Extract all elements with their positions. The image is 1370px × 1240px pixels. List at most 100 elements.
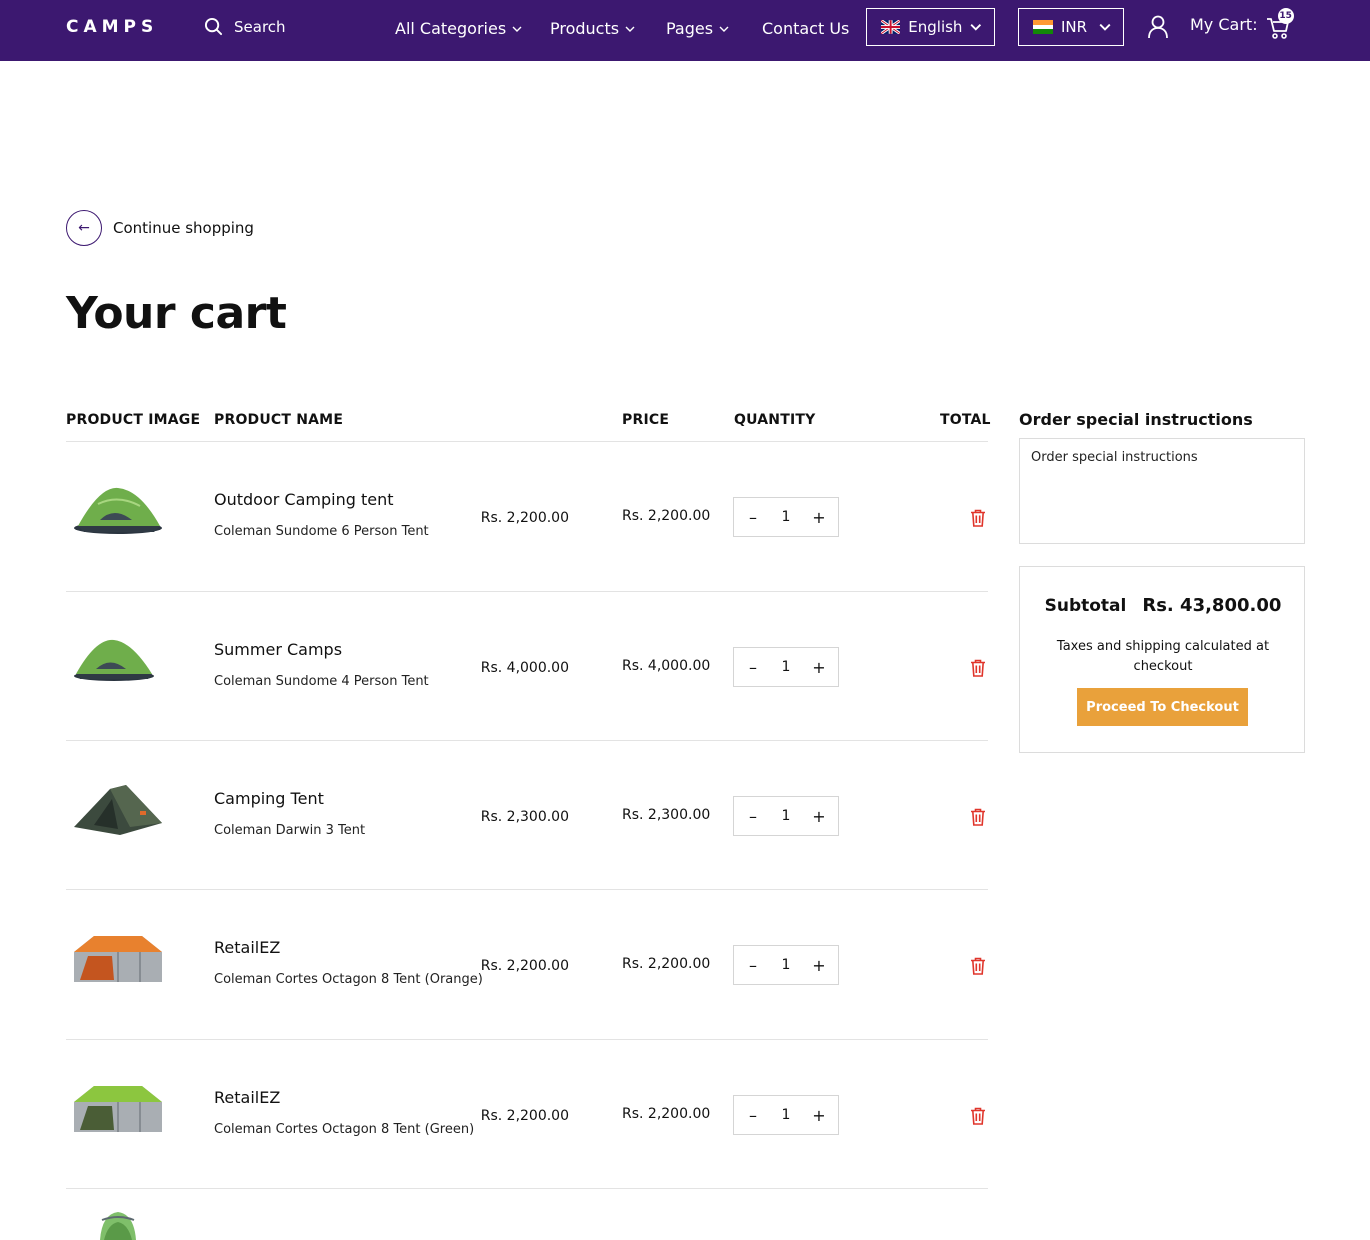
product-variant: Coleman Cortes Octagon 8 Tent (Orange)	[214, 972, 483, 987]
tent-green-sleeping-bag-icon[interactable]	[96, 1210, 140, 1240]
product-name[interactable]: RetailEZ	[214, 938, 280, 957]
site-logo[interactable]: CAMPS	[66, 17, 158, 37]
quantity-stepper: – 1 +	[733, 1095, 839, 1135]
increase-quantity-button[interactable]: +	[812, 1106, 826, 1125]
quantity-stepper: – 1 +	[733, 945, 839, 985]
quantity-stepper: – 1 +	[733, 796, 839, 836]
product-price: Rs. 4,000.00	[622, 658, 711, 674]
cart-row: Summer Camps Coleman Sundome 4 Person Te…	[0, 592, 1000, 742]
cart-button[interactable]: My Cart: 15	[1190, 8, 1294, 39]
product-price: Rs. 2,200.00	[622, 956, 711, 972]
cart-label: My Cart:	[1190, 14, 1258, 34]
nav-pages[interactable]: Pages	[666, 19, 729, 38]
product-name[interactable]: Camping Tent	[214, 789, 324, 808]
decrease-quantity-button[interactable]: –	[746, 658, 760, 677]
increase-quantity-button[interactable]: +	[812, 956, 826, 975]
product-name[interactable]: Summer Camps	[214, 640, 342, 659]
subtotal-label: Subtotal	[1044, 596, 1127, 616]
product-price: Rs. 2,300.00	[622, 807, 711, 823]
nav-label: Products	[550, 19, 620, 38]
cart-count-badge: 15	[1277, 8, 1294, 24]
currency-select[interactable]: INR	[1018, 8, 1124, 46]
subtotal-value: Rs. 43,800.00	[1142, 595, 1282, 616]
decrease-quantity-button[interactable]: –	[746, 956, 760, 975]
increase-quantity-button[interactable]: +	[812, 508, 826, 527]
trash-icon[interactable]	[970, 659, 986, 677]
quantity-value[interactable]: 1	[782, 509, 791, 525]
line-total: Rs. 2,300.00	[480, 809, 569, 825]
order-summary: Subtotal Rs. 43,800.00 Taxes and shippin…	[1019, 566, 1305, 753]
cart-row: RetailEZ Coleman Cortes Octagon 8 Tent (…	[0, 890, 1000, 1040]
proceed-to-checkout-button[interactable]: Proceed To Checkout	[1077, 688, 1248, 726]
increase-quantity-button[interactable]: +	[812, 658, 826, 677]
nav-label: Contact Us	[762, 19, 850, 38]
trash-icon[interactable]	[970, 957, 986, 975]
search-icon	[204, 17, 223, 36]
tent-dark-green-icon[interactable]	[70, 775, 166, 841]
divider	[66, 1188, 988, 1189]
chevron-down-icon	[512, 26, 522, 32]
tent-green-octagon-icon[interactable]	[70, 1074, 166, 1140]
quantity-stepper: – 1 +	[733, 497, 839, 537]
nav-contact-us[interactable]: Contact Us	[762, 19, 849, 38]
search-label: Search	[234, 17, 286, 36]
product-variant: Coleman Sundome 6 Person Tent	[214, 524, 429, 539]
uk-flag-icon	[881, 20, 901, 34]
product-name[interactable]: Outdoor Camping tent	[214, 490, 393, 509]
header-product-name: PRODUCT NAME	[214, 412, 344, 428]
quantity-value[interactable]: 1	[782, 659, 791, 675]
tent-green-dome-icon[interactable]	[70, 626, 166, 692]
tax-note: Taxes and shipping calculated at checkou…	[1056, 639, 1270, 674]
search-button[interactable]: Search	[204, 17, 286, 36]
instructions-title: Order special instructions	[1019, 410, 1253, 429]
page-title: Your cart	[66, 288, 287, 339]
language-value: English	[908, 18, 963, 36]
product-variant: Coleman Sundome 4 Person Tent	[214, 674, 429, 689]
language-select[interactable]: English	[866, 8, 995, 46]
line-total: Rs. 4,000.00	[480, 660, 569, 676]
line-total: Rs. 2,200.00	[480, 1108, 569, 1124]
chevron-down-icon	[1099, 23, 1111, 31]
quantity-value[interactable]: 1	[782, 957, 791, 973]
header-product-image: PRODUCT IMAGE	[66, 412, 201, 428]
decrease-quantity-button[interactable]: –	[746, 1106, 760, 1125]
line-total: Rs. 2,200.00	[480, 958, 569, 974]
decrease-quantity-button[interactable]: –	[746, 807, 760, 826]
decrease-quantity-button[interactable]: –	[746, 508, 760, 527]
tent-green-dome-icon[interactable]	[70, 476, 166, 542]
user-account-icon[interactable]	[1147, 15, 1169, 39]
chevron-down-icon	[625, 26, 635, 32]
nav-label: Pages	[666, 19, 714, 38]
product-variant: Coleman Darwin 3 Tent	[214, 823, 366, 838]
chevron-down-icon	[719, 26, 729, 32]
instructions-textarea[interactable]	[1019, 438, 1305, 544]
header-total: TOTAL	[940, 412, 991, 428]
subtotal-row: Subtotal Rs. 43,800.00	[1020, 595, 1306, 616]
nav-label: All Categories	[395, 19, 507, 38]
top-header: CAMPS Search All Categories Products Pag…	[0, 0, 1370, 61]
product-price: Rs. 2,200.00	[622, 1106, 711, 1122]
trash-icon[interactable]	[970, 1107, 986, 1125]
product-name[interactable]: RetailEZ	[214, 1088, 280, 1107]
trash-icon[interactable]	[970, 808, 986, 826]
cart-row: RetailEZ Coleman Cortes Octagon 8 Tent (…	[0, 1040, 1000, 1190]
line-total: Rs. 2,200.00	[480, 510, 569, 526]
increase-quantity-button[interactable]: +	[812, 807, 826, 826]
trash-icon[interactable]	[970, 509, 986, 527]
product-variant: Coleman Cortes Octagon 8 Tent (Green)	[214, 1122, 475, 1137]
quantity-stepper: – 1 +	[733, 647, 839, 687]
header-price: PRICE	[622, 412, 670, 428]
arrow-left-icon: ←	[66, 210, 102, 246]
quantity-value[interactable]: 1	[782, 808, 791, 824]
continue-shopping-label: Continue shopping	[113, 219, 254, 237]
product-price: Rs. 2,200.00	[622, 508, 711, 524]
quantity-value[interactable]: 1	[782, 1107, 791, 1123]
header-quantity: QUANTITY	[734, 412, 816, 428]
continue-shopping-link[interactable]: ← Continue shopping	[66, 210, 254, 246]
chevron-down-icon	[970, 24, 982, 31]
currency-value: INR	[1061, 18, 1088, 36]
tent-orange-octagon-icon[interactable]	[70, 924, 166, 990]
nav-products[interactable]: Products	[550, 19, 635, 38]
cart-row: Outdoor Camping tent Coleman Sundome 6 P…	[0, 442, 1000, 592]
nav-all-categories[interactable]: All Categories	[395, 19, 522, 38]
